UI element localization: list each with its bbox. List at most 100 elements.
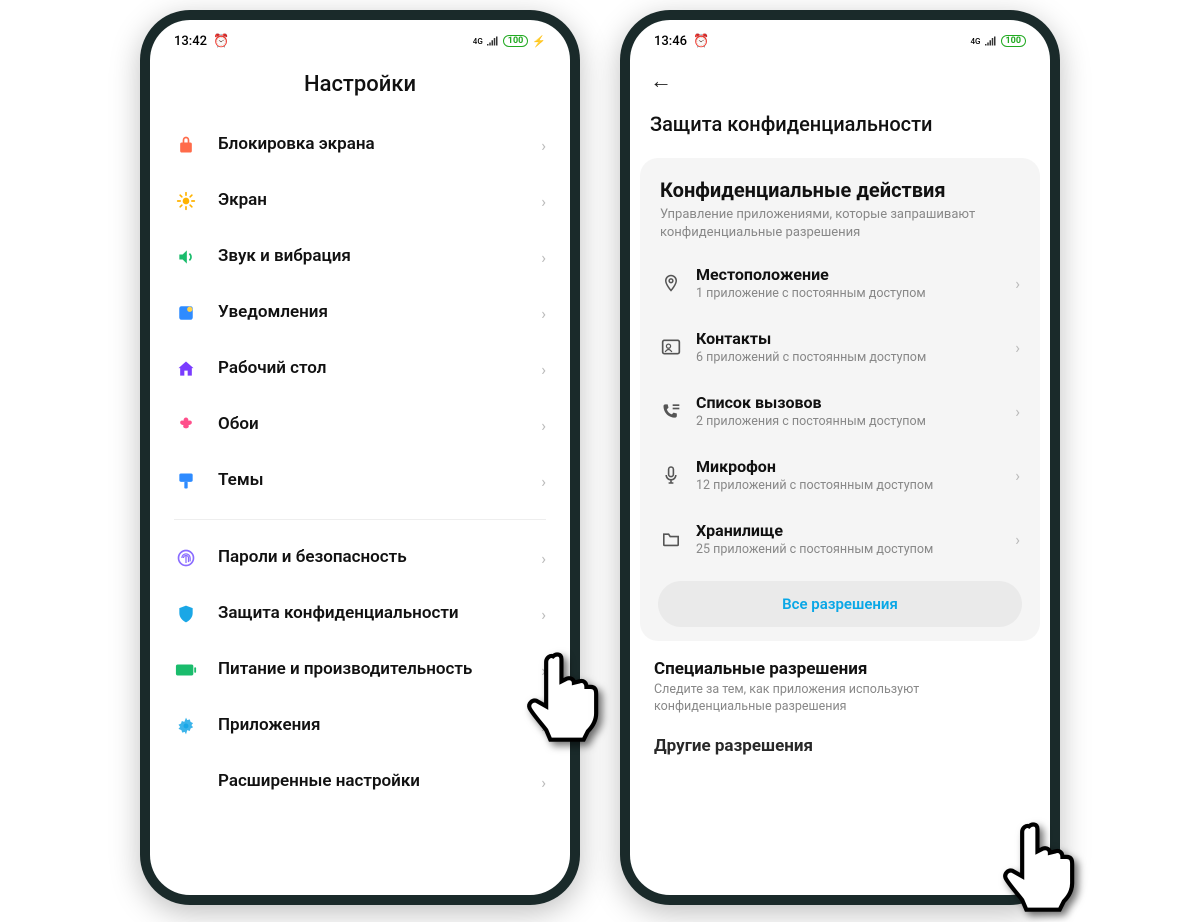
folder-icon [660, 528, 682, 550]
perm-label: Список вызовов [696, 393, 1001, 412]
alarm-icon: ⏰ [213, 34, 229, 49]
perm-item-location[interactable]: Местоположение 1 приложение с постоянным… [656, 251, 1024, 315]
chevron-right-icon: › [541, 549, 546, 568]
settings-item-privacy[interactable]: Защита конфиденциальности › [168, 586, 552, 642]
perm-sub: 25 приложений с постоянным доступом [696, 540, 1001, 557]
notification-icon [174, 301, 198, 325]
alarm-icon: ⏰ [693, 34, 709, 49]
card-title: Конфиденциальные действия [656, 176, 1024, 206]
settings-item-display[interactable]: Экран › [168, 173, 552, 229]
shield-icon [174, 602, 198, 626]
item-label: Уведомления [218, 302, 521, 323]
page-title: Настройки [150, 54, 570, 117]
privacy-actions-card: Конфиденциальные действия Управление при… [640, 158, 1040, 641]
chevron-right-icon: › [541, 360, 546, 379]
screen-left: 13:42 ⏰ 4G 100 ⚡ Настройки Блокировка эк… [150, 20, 570, 895]
perm-item-microphone[interactable]: Микрофон 12 приложений с постоянным дост… [656, 443, 1024, 507]
settings-item-battery[interactable]: Питание и производительность › [168, 642, 552, 698]
item-label: Темы [218, 470, 521, 491]
page-title: Защита конфиденциальности [650, 112, 1030, 136]
chevron-right-icon: › [1015, 402, 1020, 421]
chevron-right-icon: › [541, 605, 546, 624]
chevron-right-icon: › [1015, 530, 1020, 549]
settings-list: Блокировка экрана › Экран › Звук и вибра… [150, 117, 570, 895]
special-permissions-item[interactable]: Специальные разрешения Следите за тем, к… [630, 659, 1050, 722]
item-label: Рабочий стол [218, 358, 521, 379]
status-time: 13:46 [654, 34, 687, 49]
signal-icon [985, 36, 997, 46]
item-label: Обои [218, 414, 521, 435]
perm-item-storage[interactable]: Хранилище 25 приложений с постоянным дос… [656, 507, 1024, 571]
perm-sub: 6 приложений с постоянным доступом [696, 348, 1001, 365]
chevron-right-icon: › [1015, 466, 1020, 485]
status-bar: 13:42 ⏰ 4G 100 ⚡ [150, 20, 570, 54]
lock-icon [174, 133, 198, 157]
special-title: Специальные разрешения [654, 659, 1026, 679]
gear-icon [174, 714, 198, 738]
settings-item-home[interactable]: Рабочий стол › [168, 341, 552, 397]
home-icon [174, 357, 198, 381]
divider [174, 519, 546, 520]
chevron-right-icon: › [541, 248, 546, 267]
settings-item-sound[interactable]: Звук и вибрация › [168, 229, 552, 285]
chevron-right-icon: › [1015, 274, 1020, 293]
fingerprint-icon [174, 546, 198, 570]
network-label: 4G [971, 37, 981, 46]
item-label: Экран [218, 190, 521, 211]
settings-item-passwords[interactable]: Пароли и безопасность › [168, 530, 552, 586]
settings-item-wallpaper[interactable]: Обои › [168, 397, 552, 453]
chevron-right-icon: › [541, 472, 546, 491]
phone-list-icon [660, 400, 682, 422]
perm-label: Хранилище [696, 521, 1001, 540]
chevron-right-icon: › [1015, 338, 1020, 357]
phone-right: 13:46 ⏰ 4G 100 ← Защита конфиденциальнос… [620, 10, 1060, 905]
status-time: 13:42 [174, 34, 207, 49]
item-label: Приложения [218, 715, 521, 736]
sliders-icon [174, 770, 198, 794]
chevron-right-icon: › [541, 773, 546, 792]
perm-item-calllog[interactable]: Список вызовов 2 приложения с постоянным… [656, 379, 1024, 443]
phone-left: 13:42 ⏰ 4G 100 ⚡ Настройки Блокировка эк… [140, 10, 580, 905]
brush-icon [174, 469, 198, 493]
network-label: 4G [473, 37, 483, 46]
contacts-icon [660, 336, 682, 358]
charging-icon: ⚡ [532, 35, 546, 48]
microphone-icon [660, 464, 682, 486]
sun-icon [174, 189, 198, 213]
perm-sub: 1 приложение с постоянным доступом [696, 284, 1001, 301]
signal-icon [487, 36, 499, 46]
location-icon [660, 272, 682, 294]
chevron-right-icon: › [541, 661, 546, 680]
item-label: Звук и вибрация [218, 246, 521, 267]
perm-sub: 2 приложения с постоянным доступом [696, 412, 1001, 429]
other-permissions-label: Другие разрешения [630, 722, 1050, 756]
settings-item-advanced[interactable]: Расширенные настройки › [168, 754, 552, 810]
item-label: Пароли и безопасность [218, 547, 521, 568]
perm-label: Контакты [696, 329, 1001, 348]
speaker-icon [174, 245, 198, 269]
item-label: Питание и производительность [218, 659, 521, 680]
card-subtitle: Управление приложениями, которые запраши… [656, 206, 1024, 251]
chevron-right-icon: › [541, 416, 546, 435]
perm-item-contacts[interactable]: Контакты 6 приложений с постоянным досту… [656, 315, 1024, 379]
all-permissions-button[interactable]: Все разрешения [658, 581, 1022, 627]
settings-item-themes[interactable]: Темы › [168, 453, 552, 509]
flower-icon [174, 413, 198, 437]
settings-item-apps[interactable]: Приложения › [168, 698, 552, 754]
battery-icon [174, 658, 198, 682]
perm-label: Микрофон [696, 457, 1001, 476]
item-label: Расширенные настройки [218, 771, 521, 792]
settings-item-notifications[interactable]: Уведомления › [168, 285, 552, 341]
battery-icon: 100 [503, 35, 529, 47]
item-label: Защита конфиденциальности [218, 603, 521, 624]
chevron-right-icon: › [541, 192, 546, 211]
screen-right: 13:46 ⏰ 4G 100 ← Защита конфиденциальнос… [630, 20, 1050, 895]
special-sub: Следите за тем, как приложения использую… [654, 679, 1026, 716]
perm-sub: 12 приложений с постоянным доступом [696, 476, 1001, 493]
status-bar: 13:46 ⏰ 4G 100 [630, 20, 1050, 54]
settings-item-lockscreen[interactable]: Блокировка экрана › [168, 117, 552, 173]
back-button[interactable]: ← [650, 69, 672, 94]
chevron-right-icon: › [541, 304, 546, 323]
chevron-right-icon: › [541, 136, 546, 155]
perm-label: Местоположение [696, 265, 1001, 284]
